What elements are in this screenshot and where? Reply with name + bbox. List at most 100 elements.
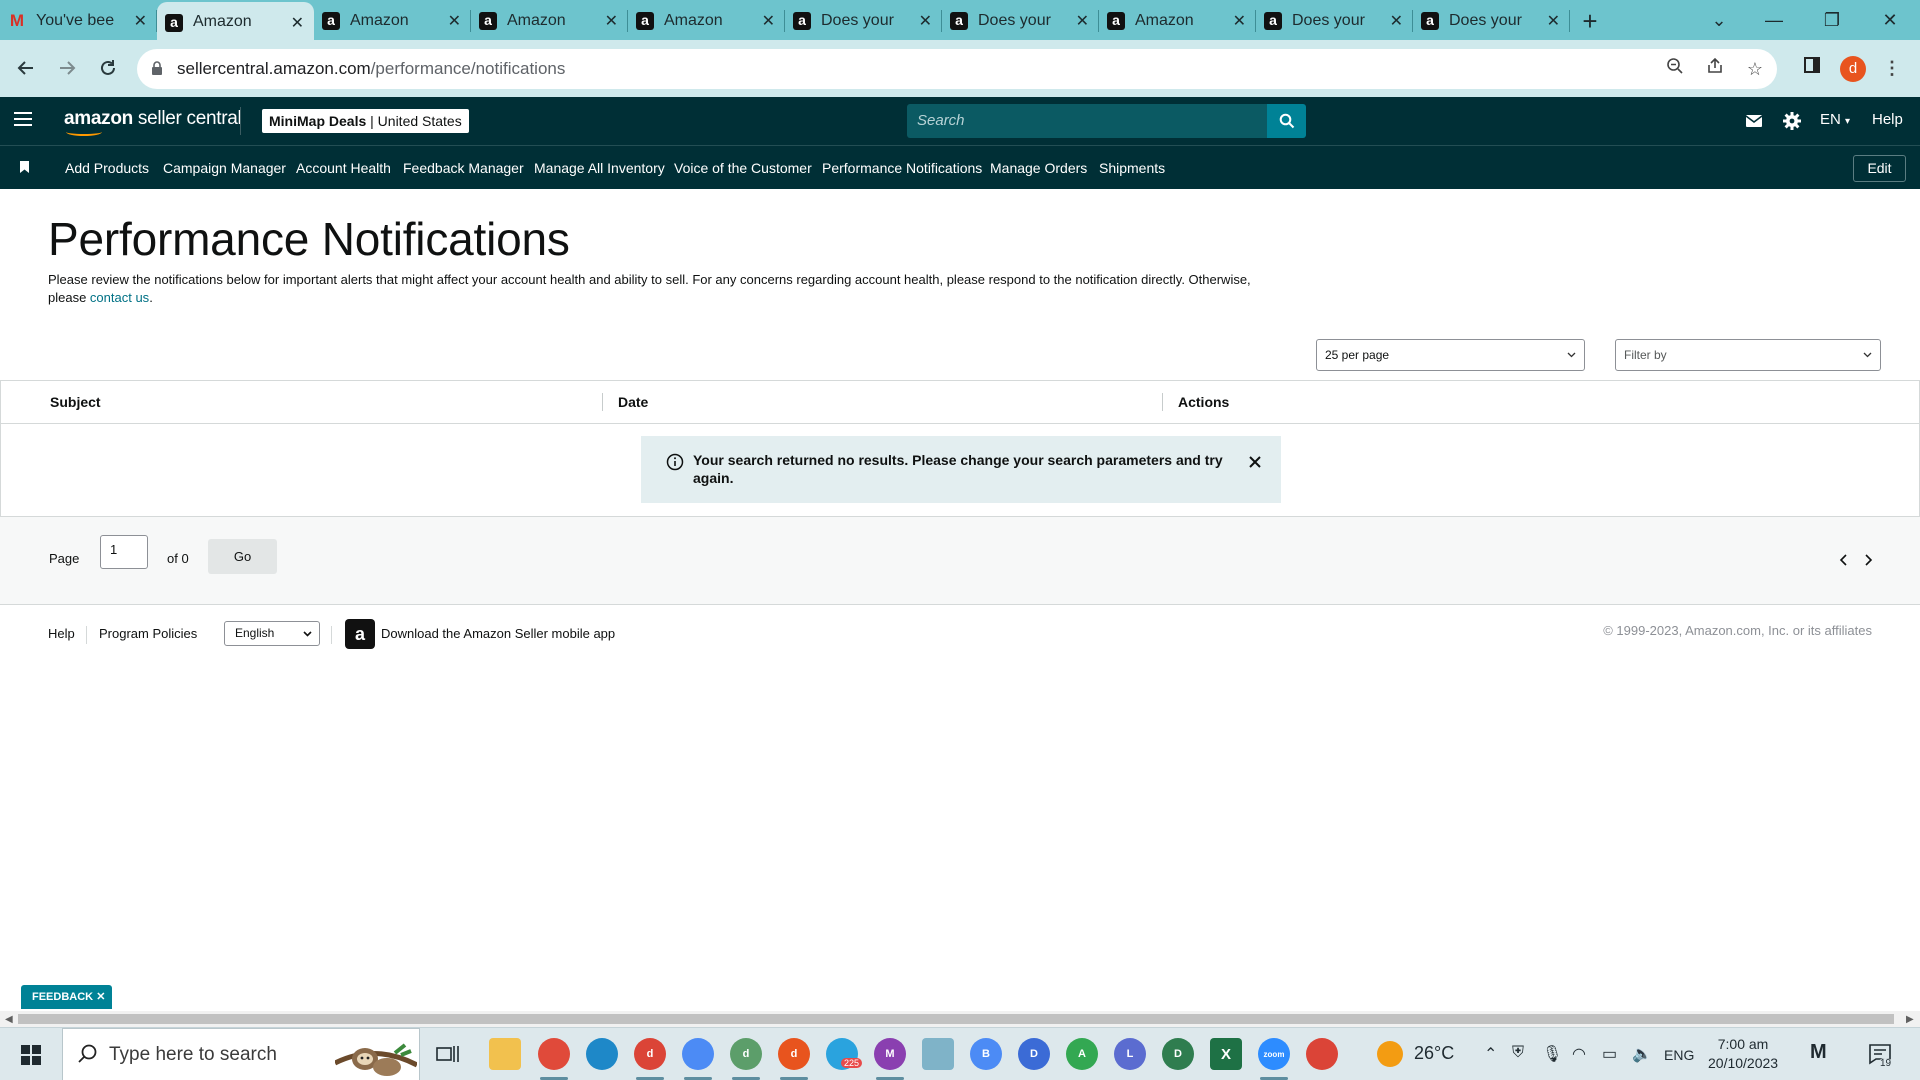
edge-browser-icon[interactable]	[586, 1038, 618, 1070]
browser-tab[interactable]: a Does your ✕	[1413, 0, 1570, 42]
nav-link-account-health[interactable]: Account Health	[296, 160, 391, 176]
nav-link-campaign-manager[interactable]: Campaign Manager	[163, 160, 286, 176]
bookmark-icon[interactable]	[20, 161, 29, 173]
chrome-profile-icon[interactable]: L	[1114, 1038, 1146, 1070]
input-language[interactable]: ENG	[1664, 1047, 1694, 1063]
browser-tab[interactable]: M You've bee ✕	[0, 0, 157, 42]
close-tab-icon[interactable]: ✕	[919, 11, 932, 31]
paint-app-icon[interactable]	[538, 1038, 570, 1070]
hamburger-menu-icon[interactable]	[14, 112, 32, 126]
close-tab-icon[interactable]: ✕	[291, 13, 304, 33]
browser-tab[interactable]: a Does your ✕	[1256, 0, 1413, 42]
browser-tab[interactable]: a Amazon ✕	[157, 2, 314, 42]
footer-language-select[interactable]: English	[224, 621, 320, 646]
header-search-input[interactable]: Search	[907, 104, 1267, 138]
browser-tab[interactable]: a Does your ✕	[942, 0, 1099, 42]
file-explorer-icon[interactable]	[489, 1038, 521, 1070]
browser-tab[interactable]: a Amazon ✕	[471, 0, 628, 42]
chrome-profile-icon[interactable]: d	[634, 1038, 666, 1070]
feedback-button[interactable]: FEEDBACK ✕	[21, 985, 113, 1009]
weather-temperature[interactable]: 26°C	[1414, 1043, 1454, 1064]
browser-tab[interactable]: a Amazon ✕	[314, 0, 471, 42]
close-tab-icon[interactable]: ✕	[1233, 11, 1246, 31]
chrome-profile-icon[interactable]: A	[1066, 1038, 1098, 1070]
side-panel-icon[interactable]	[1800, 56, 1824, 80]
nav-link-voice-of-the-customer[interactable]: Voice of the Customer	[674, 160, 812, 176]
scroll-right-icon[interactable]: ▶	[1906, 1014, 1914, 1025]
forward-button[interactable]	[47, 48, 87, 88]
bookmark-star-icon[interactable]: ☆	[1743, 57, 1767, 81]
close-tab-icon[interactable]: ✕	[1076, 11, 1089, 31]
scroll-left-icon[interactable]: ◀	[5, 1014, 13, 1025]
go-button[interactable]: Go	[208, 539, 277, 574]
task-view-icon[interactable]	[436, 1043, 460, 1065]
horizontal-scrollbar[interactable]: ◀ ▶	[0, 1011, 1920, 1027]
nav-link-shipments[interactable]: Shipments	[1099, 160, 1165, 176]
browser-tab[interactable]: a Amazon ✕	[1099, 0, 1256, 42]
close-tab-icon[interactable]: ✕	[448, 11, 461, 31]
zoom-icon[interactable]: zoom	[1258, 1038, 1290, 1070]
download-app-link[interactable]: Download the Amazon Seller mobile app	[381, 626, 615, 641]
profile-avatar[interactable]: d	[1840, 56, 1866, 82]
microphone-icon[interactable]: 🎙	[1542, 1044, 1562, 1064]
footer-help-link[interactable]: Help	[48, 626, 75, 641]
mail-icon[interactable]	[1744, 111, 1764, 131]
chrome-icon[interactable]	[1306, 1038, 1338, 1070]
close-icon[interactable]	[1245, 452, 1265, 472]
nav-link-feedback-manager[interactable]: Feedback Manager	[403, 160, 524, 176]
close-tab-icon[interactable]: ✕	[134, 11, 147, 31]
volume-icon[interactable]: 🔈	[1632, 1044, 1652, 1064]
language-selector[interactable]: EN ▾	[1820, 111, 1850, 128]
chrome-profile-icon[interactable]: D	[1162, 1038, 1194, 1070]
column-header-date[interactable]: Date	[618, 394, 648, 410]
close-window-button[interactable]: ✕	[1866, 0, 1914, 40]
excel-icon[interactable]: X	[1210, 1038, 1242, 1070]
search-button[interactable]	[1267, 104, 1306, 138]
settings-gear-icon[interactable]	[1782, 111, 1802, 131]
tab-search-chevron-icon[interactable]: ⌄	[1695, 0, 1743, 40]
previous-page-icon[interactable]	[1837, 553, 1851, 567]
nav-link-manage-orders[interactable]: Manage Orders	[990, 160, 1087, 176]
next-page-icon[interactable]	[1861, 553, 1875, 567]
back-button[interactable]	[6, 48, 46, 88]
browser-tab[interactable]: a Amazon ✕	[628, 0, 785, 42]
url-field[interactable]: sellercentral.amazon.com/performance/not…	[137, 49, 1777, 89]
chrome-profile-icon[interactable]: M	[874, 1038, 906, 1070]
store-switcher[interactable]: MiniMap Deals | United States	[262, 109, 469, 133]
help-link[interactable]: Help	[1872, 111, 1903, 128]
footer-program-policies-link[interactable]: Program Policies	[99, 626, 197, 641]
close-tab-icon[interactable]: ✕	[1390, 11, 1403, 31]
zoom-icon[interactable]	[1663, 57, 1687, 81]
wifi-icon[interactable]: ◠	[1572, 1044, 1586, 1064]
filter-select[interactable]: Filter by	[1615, 339, 1881, 371]
chrome-profile-icon[interactable]: d	[778, 1038, 810, 1070]
nav-link-performance-notifications[interactable]: Performance Notifications	[822, 160, 982, 176]
new-tab-button[interactable]: +	[1570, 0, 1610, 42]
tray-chevron-up-icon[interactable]: ⌃	[1484, 1044, 1497, 1064]
reload-button[interactable]	[88, 48, 128, 88]
browser-tab[interactable]: a Does your ✕	[785, 0, 942, 42]
browser-menu-icon[interactable]: ⋮	[1880, 56, 1904, 80]
battery-icon[interactable]: ▭	[1602, 1044, 1617, 1064]
per-page-select[interactable]: 25 per page	[1316, 339, 1585, 371]
system-clock[interactable]: 7:00 am 20/10/2023	[1708, 1035, 1778, 1073]
seller-central-logo[interactable]: amazon seller central	[64, 108, 242, 136]
weather-icon[interactable]	[1377, 1041, 1403, 1067]
chrome-profile-icon[interactable]	[682, 1038, 714, 1070]
scrollbar-thumb[interactable]	[18, 1014, 1894, 1024]
chrome-profile-icon[interactable]: D	[1018, 1038, 1050, 1070]
amazon-app-icon[interactable]: a	[345, 619, 375, 649]
close-tab-icon[interactable]: ✕	[762, 11, 775, 31]
contact-us-link[interactable]: contact us	[90, 290, 149, 305]
close-tab-icon[interactable]: ✕	[605, 11, 618, 31]
notepad-icon[interactable]	[922, 1038, 954, 1070]
edit-nav-button[interactable]: Edit	[1853, 155, 1906, 182]
chrome-profile-icon[interactable]: B	[970, 1038, 1002, 1070]
share-icon[interactable]	[1703, 57, 1727, 81]
nav-link-add-products[interactable]: Add Products	[65, 160, 149, 176]
chrome-profile-icon[interactable]: d	[730, 1038, 762, 1070]
minimize-button[interactable]: —	[1750, 0, 1798, 40]
restore-button[interactable]: ❐	[1808, 0, 1856, 40]
page-number-input[interactable]: 1	[100, 535, 148, 569]
security-shield-icon[interactable]: ⛨	[1512, 1044, 1524, 1062]
